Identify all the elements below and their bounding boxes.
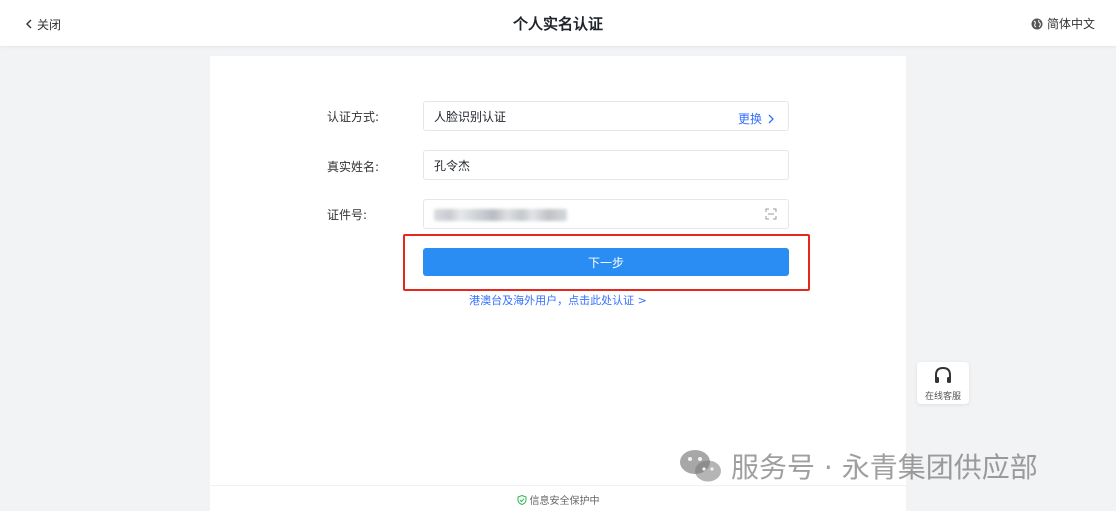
change-label: 更换	[737, 112, 762, 126]
scan-icon[interactable]	[765, 208, 777, 220]
change-method-link[interactable]: 更换	[738, 110, 774, 127]
id-number-label: 证件号:	[327, 208, 368, 222]
method-value: 人脸识别认证	[434, 109, 507, 124]
page-title: 个人实名认证	[512, 15, 603, 33]
globe-icon	[1031, 18, 1043, 29]
online-service-button[interactable]: 在线客服	[917, 362, 969, 404]
watermark: 服务号 · 永青集团供应部	[679, 446, 1038, 486]
chevron-right-icon	[768, 114, 774, 123]
top-bar: 关闭 个人实名认证 简体中文	[0, 0, 1116, 46]
name-field[interactable]: 孔令杰	[423, 150, 789, 180]
method-label: 认证方式:	[327, 110, 380, 124]
name-value: 孔令杰	[434, 158, 471, 173]
security-notice: 信息安全保护中	[210, 492, 906, 507]
watermark-text: 服务号 · 永青集团供应部	[731, 451, 1038, 484]
id-number-field[interactable]	[423, 199, 789, 229]
method-field[interactable]: 人脸识别认证 更换	[423, 101, 789, 131]
verification-card: 认证方式: 人脸识别认证 更换 真实姓名: 孔令杰 证件号: 下一步 港澳台及海…	[210, 56, 906, 511]
name-label: 真实姓名:	[327, 160, 380, 174]
security-label: 信息安全保护中	[529, 496, 600, 507]
overseas-user-link[interactable]: 港澳台及海外用户，点击此处认证 >	[210, 292, 906, 308]
online-service-label: 在线客服	[924, 392, 961, 402]
headset-icon	[935, 366, 951, 383]
next-step-button[interactable]: 下一步	[423, 248, 789, 276]
language-label: 简体中文	[1046, 17, 1095, 31]
language-switcher[interactable]: 简体中文	[1031, 15, 1095, 32]
id-number-obscured-value	[434, 209, 567, 221]
shield-check-icon	[517, 494, 526, 505]
wechat-icon	[680, 450, 721, 482]
